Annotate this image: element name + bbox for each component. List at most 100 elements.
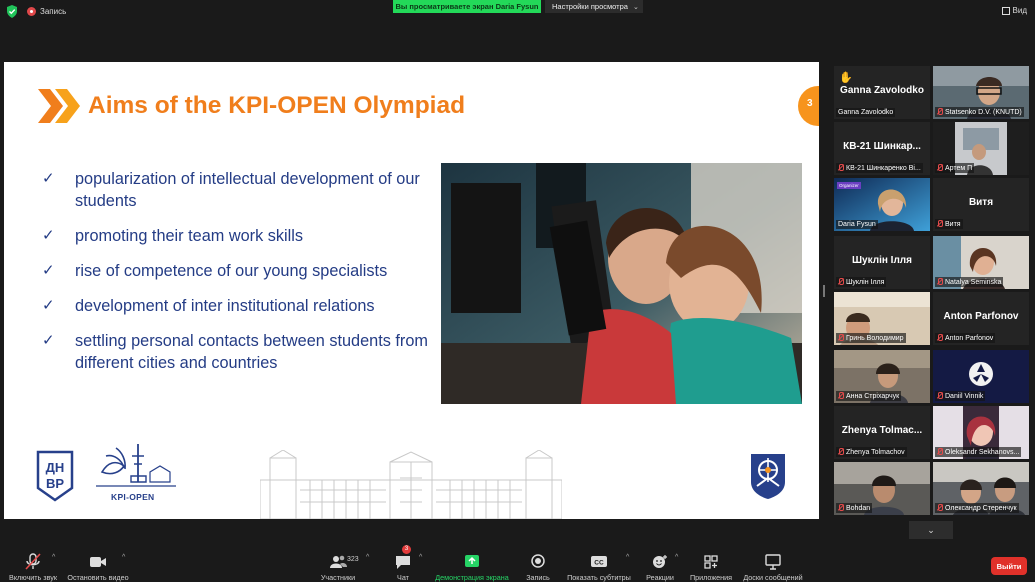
panel-resize-handle[interactable]	[823, 285, 825, 297]
reactions-label: Реакции	[646, 573, 674, 582]
muted-mic-icon	[838, 334, 844, 341]
chevron-down-icon: ⌄	[632, 3, 639, 11]
participant-name-label: Bohdan	[836, 503, 873, 513]
participant-name-label: Daniil Vinnik	[935, 391, 986, 401]
kpi-emblem-logo	[751, 454, 785, 499]
closed-captions-icon: CC	[591, 556, 607, 567]
participant-name-label: Natalya Seminska	[935, 277, 1004, 287]
chevron-up-icon[interactable]: ^	[122, 554, 125, 561]
participants-count: 323	[347, 556, 359, 563]
participant-tile[interactable]: Витя Витя	[933, 178, 1029, 231]
participant-tile[interactable]: Артем П	[933, 122, 1029, 175]
participant-name-label: Шуклін Ілля	[836, 277, 887, 287]
chevron-up-icon[interactable]: ^	[366, 554, 369, 561]
participant-name-label: Daria Fysun	[836, 220, 878, 229]
muted-mic-icon	[838, 504, 844, 511]
participant-tile-active-speaker[interactable]: Organizer Daria Fysun	[834, 178, 930, 231]
check-icon: ✓	[42, 297, 55, 314]
chat-icon	[396, 556, 410, 569]
svg-text:CC: CC	[594, 560, 604, 567]
record-button[interactable]: Запись	[523, 547, 553, 582]
page-number-badge: 3	[798, 86, 819, 126]
participant-tile[interactable]: Natalya Seminska	[933, 236, 1029, 289]
list-item: ✓ rise of competence of our young special…	[42, 262, 388, 280]
reactions-button[interactable]: Реакции ^	[642, 547, 678, 582]
participant-tile[interactable]: Oleksandr Sekhanovs...	[933, 406, 1029, 459]
recording-indicator[interactable]: Запись	[27, 5, 66, 17]
muted-mic-icon	[838, 392, 844, 399]
chevron-up-icon[interactable]: ^	[626, 554, 629, 561]
participant-tile[interactable]: Олександр Стеренчук	[933, 462, 1029, 515]
view-button[interactable]: Вид	[1001, 6, 1027, 15]
muted-mic-icon	[937, 448, 943, 455]
raised-hand-icon: ✋	[839, 72, 853, 84]
participant-name-label: Витя	[935, 219, 963, 229]
share-screen-button[interactable]: Демонстрация экрана	[432, 547, 512, 582]
unmute-label: Включить звук	[9, 573, 57, 582]
muted-mic-icon	[838, 278, 844, 285]
chevron-up-icon[interactable]: ^	[52, 554, 55, 561]
record-icon	[27, 6, 36, 16]
emoji-plus-icon	[653, 555, 667, 568]
whiteboards-button[interactable]: Доски сообщений	[740, 547, 806, 582]
view-label: Вид	[1012, 6, 1027, 15]
participant-name-label: Артем П	[935, 163, 975, 173]
participant-big-name: Витя	[968, 197, 994, 208]
participant-tile[interactable]: КВ-21 Шинкар... КВ-21 Шинкаренко Ві...	[834, 122, 930, 175]
participant-tile[interactable]: Гринь Володимир	[834, 292, 930, 345]
chevron-up-icon[interactable]: ^	[419, 554, 422, 561]
kpi-open-logo-text: KPI-OPEN	[111, 492, 155, 502]
share-screen-label: Демонстрация экрана	[435, 573, 509, 582]
chat-label: Чат	[397, 573, 409, 582]
aims-list: ✓ popularization of intellectual developm…	[42, 168, 442, 387]
participant-big-name: Anton Parfonov	[943, 311, 1019, 322]
participant-tile[interactable]: ✋ Ganna Zavolodko Ganna Zavolodko	[834, 66, 930, 119]
apps-button[interactable]: Приложения	[688, 547, 734, 582]
whiteboards-label: Доски сообщений	[743, 573, 803, 582]
participants-button[interactable]: Участники	[318, 547, 358, 582]
participant-tile[interactable]: Шуклін Ілля Шуклін Ілля	[834, 236, 930, 289]
svg-text:ДН: ДН	[46, 460, 65, 475]
check-icon: ✓	[42, 332, 55, 349]
participant-name-label: Ganna Zavolodko	[836, 108, 896, 117]
apps-label: Приложения	[689, 573, 733, 582]
muted-microphone-icon	[25, 553, 41, 570]
organizer-badge: Organizer	[837, 182, 861, 189]
participant-tile[interactable]: Statsenko D.V. (KNUTD)	[933, 66, 1029, 119]
list-item: ✓ promoting their team work skills	[42, 227, 304, 245]
participant-tile[interactable]: Daniil Vinnik	[933, 350, 1029, 403]
shield-icon[interactable]	[6, 5, 18, 18]
chevron-up-icon[interactable]: ^	[675, 554, 678, 561]
record-icon	[531, 554, 545, 568]
muted-mic-icon	[937, 504, 943, 511]
participant-tile[interactable]: Bohdan	[834, 462, 930, 515]
muted-mic-icon	[937, 334, 943, 341]
slide-title: Aims of the KPI-OPEN Olympiad	[88, 92, 466, 119]
participant-name-label: Гринь Володимир	[836, 333, 906, 343]
participant-tile[interactable]: Anton Parfonov Anton Parfonov	[933, 292, 1029, 345]
participant-name-label: Анна Стрiхарчук	[836, 391, 902, 401]
stop-video-button[interactable]: Остановить видео ^	[64, 547, 132, 582]
leave-meeting-button[interactable]: Выйти	[991, 557, 1027, 575]
view-settings-button[interactable]: Настройки просмотра ⌄	[545, 0, 643, 13]
view-settings-label: Настройки просмотра	[552, 2, 628, 11]
chat-unread-badge: 3	[402, 545, 411, 554]
participant-tile[interactable]: Zhenya Tolmac... Zhenya Tolmachov	[834, 406, 930, 459]
participant-name-label: Zhenya Tolmachov	[836, 447, 907, 457]
chat-button[interactable]: 3 Чат	[390, 545, 416, 582]
captions-button[interactable]: CC Показать субтитры ^	[564, 547, 634, 582]
students-photo	[441, 163, 802, 404]
shared-screen-slide: Aims of the KPI-OPEN Olympiad 3 ✓ popular…	[4, 62, 819, 519]
participant-tile[interactable]: Анна Стрiхарчук	[834, 350, 930, 403]
muted-mic-icon	[937, 108, 943, 115]
page-number: 3	[807, 98, 813, 109]
unmute-button[interactable]: Включить звук ^	[5, 547, 61, 582]
check-icon: ✓	[42, 262, 55, 279]
dnvr-logo: ДН ВР	[36, 450, 74, 502]
muted-mic-icon	[838, 448, 844, 455]
whiteboard-icon	[765, 554, 781, 570]
scroll-down-participants-button[interactable]: ⌄	[909, 521, 953, 539]
muted-mic-icon	[838, 164, 844, 171]
muted-mic-icon	[937, 220, 943, 227]
record-label: Запись	[526, 573, 550, 582]
